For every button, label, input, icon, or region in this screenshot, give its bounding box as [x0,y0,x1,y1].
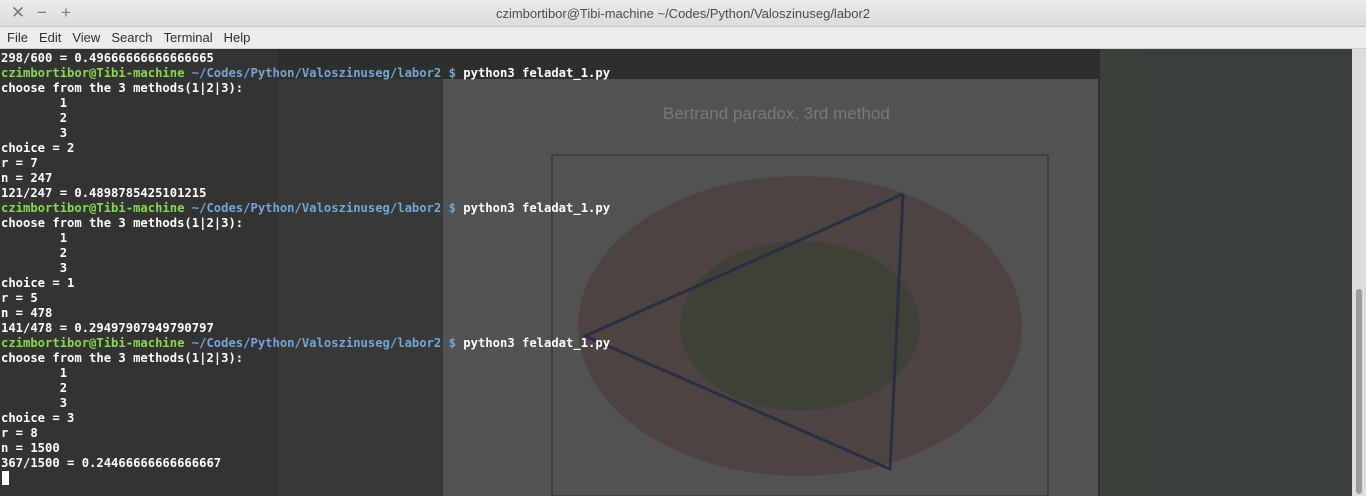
output-line: choose from the 3 methods(1|2|3): [1,81,244,95]
output-line: r = 8 [1,426,38,440]
prompt-line: czimbortibor@Tibi-machine ~/Codes/Python… [1,201,610,216]
menu-view[interactable]: View [66,27,105,49]
output-line: 121/247 = 0.4898785425101215 [1,186,207,200]
output-line: n = 1500 [1,441,60,455]
output-line: 3 [1,261,68,275]
prompt-line: czimbortibor@Tibi-machine ~/Codes/Python… [1,66,610,81]
prompt-symbol: $ [448,66,456,80]
scrollbar-thumb[interactable] [1356,289,1362,494]
prompt-path: ~/Codes/Python/Valoszinuseg/labor2 [191,336,442,350]
terminal-output: 298/600 = 0.49666666666666665 czimbortibo… [1,51,610,471]
menu-terminal[interactable]: Terminal [158,27,218,49]
output-line: 1 [1,96,68,110]
output-line: 3 [1,396,68,410]
output-line: choose from the 3 methods(1|2|3): [1,216,244,230]
output-line: 141/478 = 0.29497907949790797 [1,321,214,335]
menu-file[interactable]: File [1,27,33,49]
output-line: 2 [1,381,68,395]
terminal-cursor [2,471,9,485]
menu-help[interactable]: Help [218,27,256,49]
output-line: 2 [1,111,68,125]
prompt-line: czimbortibor@Tibi-machine ~/Codes/Python… [1,336,610,351]
output-line: r = 5 [1,291,38,305]
output-line: n = 247 [1,171,53,185]
output-line: 3 [1,126,68,140]
output-line: choice = 1 [1,276,75,290]
terminal-area[interactable]: Bertrand paradox, 3rd method 298/600 = 0… [0,49,1352,496]
output-line: r = 7 [1,156,38,170]
prompt-path: ~/Codes/Python/Valoszinuseg/labor2 [191,66,442,80]
output-line: choice = 2 [1,141,75,155]
title-bar: ✕ − + czimbortibor@Tibi-machine ~/Codes/… [0,0,1366,27]
menu-search[interactable]: Search [105,27,157,49]
prompt-command: python3 feladat_1.py [463,336,611,350]
output-line: 367/1500 = 0.24466666666666667 [1,456,222,470]
output-line: 2 [1,246,68,260]
menu-bar: File Edit View Search Terminal Help [0,27,1366,49]
terminal-scrollbar[interactable] [1352,49,1366,496]
prompt-user-host: czimbortibor@Tibi-machine [1,336,185,350]
output-line: 298/600 = 0.49666666666666665 [1,51,214,65]
window-title: czimbortibor@Tibi-machine ~/Codes/Python… [495,6,871,21]
output-line: choice = 3 [1,411,75,425]
menu-edit[interactable]: Edit [33,27,66,49]
prompt-user-host: czimbortibor@Tibi-machine [1,201,185,215]
prompt-symbol: $ [448,201,456,215]
background-plot-title: Bertrand paradox, 3rd method [663,104,890,123]
prompt-command: python3 feladat_1.py [463,66,611,80]
prompt-user-host: czimbortibor@Tibi-machine [1,66,185,80]
output-line: 1 [1,231,68,245]
output-line: n = 478 [1,306,53,320]
prompt-command: python3 feladat_1.py [463,201,611,215]
prompt-symbol: $ [448,336,456,350]
output-line: 1 [1,366,68,380]
output-line: choose from the 3 methods(1|2|3): [1,351,244,365]
prompt-path: ~/Codes/Python/Valoszinuseg/labor2 [191,201,442,215]
